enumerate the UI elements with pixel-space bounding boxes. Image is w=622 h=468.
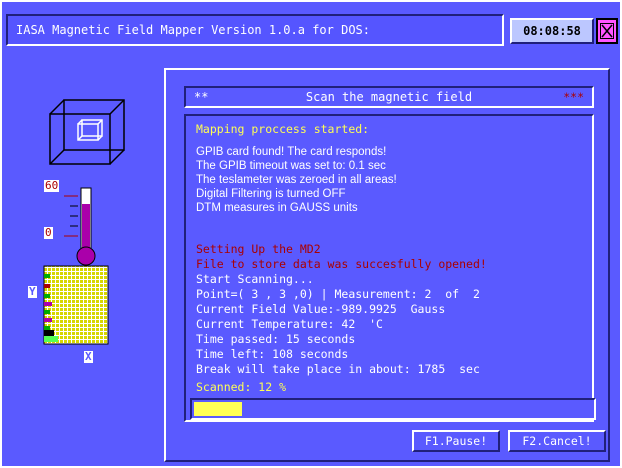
pause-button-label: F1.Pause! <box>424 434 488 448</box>
dialog-title-bar: ** Scan the magnetic field *** <box>184 86 594 108</box>
close-icon <box>600 23 614 39</box>
clock-display: 08:08:58 <box>510 18 594 44</box>
cancel-button-label: F2.Cancel! <box>522 434 592 448</box>
clock-time: 08:08:58 <box>523 24 581 38</box>
log-status-line: Break will take place in about: 1785 sec <box>196 362 480 376</box>
log-info-line: The teslameter was zeroed in all areas! <box>196 174 397 186</box>
log-started: Mapping proccess started: <box>196 122 370 136</box>
thermometer-zero-label: 0 <box>44 226 53 239</box>
scan-log-panel: Mapping proccess started: GPIB card foun… <box>184 114 596 422</box>
log-status-line: Current Temperature: 42 'C <box>196 317 383 331</box>
dialog-title-right-marker: *** <box>563 90 584 104</box>
log-info-line: Digital Filtering is turned OFF <box>196 188 346 200</box>
scan-progress-fill <box>194 402 242 416</box>
scanned-percent: Scanned: 12 % <box>196 380 287 394</box>
scan-progress-bar <box>190 398 596 420</box>
log-setup-line: File to store data was succesfully opene… <box>196 257 487 271</box>
axis-x-label: X <box>84 350 93 363</box>
log-info-line: DTM measures in GAUSS units <box>196 202 358 214</box>
field-map-grid <box>43 265 109 345</box>
log-status-line: Time passed: 15 seconds <box>196 332 356 346</box>
window-title: IASA Magnetic Field Mapper Version 1.0.a… <box>16 23 371 37</box>
close-button[interactable] <box>596 18 618 44</box>
title-bar: IASA Magnetic Field Mapper Version 1.0.a… <box>6 14 504 46</box>
dialog-title: Scan the magnetic field <box>305 90 473 104</box>
scan-dialog: ** Scan the magnetic field *** Mapping p… <box>164 68 610 462</box>
log-info-line: The GPIB timeout was set to: 0.1 sec <box>196 160 386 172</box>
log-status-line: Start Scanning... <box>196 272 314 286</box>
log-status-line: Point=( 3 , 3 ,0) | Measurement: 2 of 2 <box>196 287 480 301</box>
log-setup-line: Setting Up the MD2 <box>196 242 321 256</box>
thermometer-max-label: 60 <box>44 179 60 192</box>
cancel-button[interactable]: F2.Cancel! <box>508 430 606 452</box>
pause-button[interactable]: F1.Pause! <box>412 430 500 452</box>
sidebar-visuals: 60 0 Y X <box>20 96 140 386</box>
dos-screen: IASA Magnetic Field Mapper Version 1.0.a… <box>0 0 622 468</box>
log-status-line: Time left: 108 seconds <box>196 347 349 361</box>
axis-y-label: Y <box>28 285 37 298</box>
log-info-line: GPIB card found! The card responds! <box>196 146 387 158</box>
log-status-line: Current Field Value:-989.9925 Gauss <box>196 302 446 316</box>
